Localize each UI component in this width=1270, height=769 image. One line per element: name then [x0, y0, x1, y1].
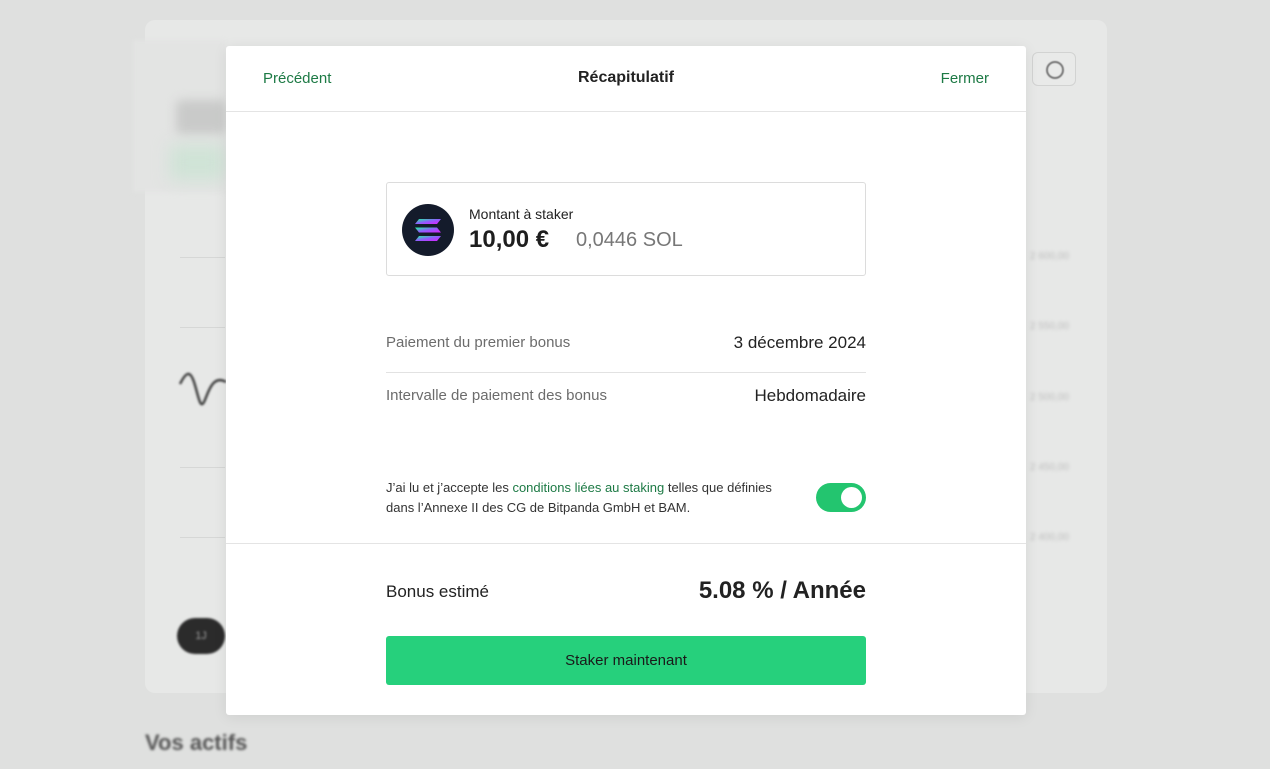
terms-accept-toggle[interactable] — [816, 483, 866, 512]
detail-value: Hebdomadaire — [754, 386, 866, 405]
detail-label: Intervalle de paiement des bonus — [386, 387, 607, 404]
chart-gridline — [180, 467, 225, 468]
axis-label: 2 550,00 — [1030, 321, 1069, 332]
background-chart-line — [178, 372, 227, 406]
footer-divider — [226, 543, 1026, 544]
estimated-bonus-value: 5.08 % / Année — [698, 577, 866, 604]
background-price-placeholder — [176, 100, 226, 134]
stake-now-button[interactable]: Staker maintenant — [386, 636, 866, 685]
chart-icon — [1046, 61, 1064, 79]
estimated-bonus-label: Bonus estimé — [386, 582, 489, 601]
modal-header: Précédent Récapitulatif Fermer — [226, 46, 1026, 112]
axis-label: 2 600,00 — [1030, 251, 1069, 262]
background-change-placeholder — [170, 145, 225, 180]
background-section-heading: Vos actifs — [145, 730, 248, 755]
terms-text-before: J’ai lu et j’accepte les — [386, 480, 513, 495]
modal-title: Récapitulatif — [577, 69, 674, 86]
background-range-pill: 1J — [177, 618, 225, 654]
axis-label: 2 400,00 — [1030, 532, 1069, 543]
chart-gridline — [180, 257, 225, 258]
axis-label: 2 500,00 — [1030, 392, 1069, 403]
solana-logo-icon — [402, 204, 454, 256]
chart-gridline — [180, 327, 225, 328]
detail-row-first-bonus: Paiement du premier bonus 3 décembre 202… — [386, 317, 866, 369]
staking-conditions-link[interactable]: conditions liées au staking — [512, 480, 664, 495]
chart-gridline — [180, 537, 225, 538]
detail-value: 3 décembre 2024 — [733, 333, 866, 352]
amount-sol: 0,0446 SOL — [576, 229, 683, 251]
amount-eur: 10,00 € — [469, 226, 550, 253]
axis-label: 2 450,00 — [1030, 462, 1069, 473]
close-button[interactable]: Fermer — [941, 70, 989, 87]
amount-label: Montant à staker — [469, 206, 574, 222]
detail-row-interval: Intervalle de paiement des bonus Hebdoma… — [386, 370, 866, 422]
detail-label: Paiement du premier bonus — [386, 334, 571, 351]
terms-text: J’ai lu et j’accepte les conditions liée… — [386, 478, 776, 518]
staking-summary-modal: Précédent Récapitulatif Fermer Montant à… — [226, 46, 1026, 715]
background-chart-type-button — [1032, 52, 1076, 86]
stake-amount-card: Montant à staker 10,00 € 0,0446 SOL — [386, 182, 866, 276]
toggle-knob — [841, 487, 862, 508]
